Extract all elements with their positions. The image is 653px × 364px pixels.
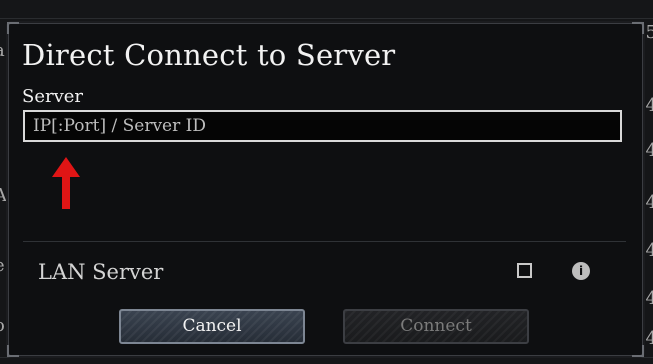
background-cell-text: e: [0, 255, 5, 276]
dialog-corner-ornament: [7, 345, 19, 357]
section-divider: [23, 241, 626, 242]
connect-button[interactable]: Connect: [343, 309, 529, 344]
background-row-line: [0, 357, 653, 358]
dialog-corner-ornament: [632, 345, 644, 357]
red-arrow-annotation-icon: [52, 157, 80, 209]
background-cell-text: 4: [645, 328, 653, 349]
lan-server-checkbox[interactable]: [517, 263, 532, 278]
server-field-label: Server: [22, 86, 84, 107]
server-address-input[interactable]: [23, 110, 622, 142]
background-cell-text: 5: [645, 22, 653, 43]
background-cell-text: 4: [645, 288, 653, 309]
background-row-line: [0, 18, 653, 19]
info-icon[interactable]: i: [572, 262, 590, 280]
dialog-corner-ornament: [7, 22, 19, 34]
background-cell-text: 4: [645, 240, 653, 261]
background-cell-text: 4: [645, 95, 653, 116]
direct-connect-dialog: Direct Connect to Server Server LAN Serv…: [7, 22, 644, 357]
background-cell-text: a: [0, 40, 5, 61]
background-cell-text: o: [0, 315, 5, 336]
lan-server-label: LAN Server: [38, 260, 164, 284]
background-cell-text: 4: [645, 192, 653, 213]
cancel-button[interactable]: Cancel: [119, 309, 305, 344]
dialog-corner-ornament: [632, 22, 644, 34]
background-cell-text: A: [0, 185, 7, 206]
dialog-title: Direct Connect to Server: [22, 38, 396, 72]
background-cell-text: 4: [645, 140, 653, 161]
